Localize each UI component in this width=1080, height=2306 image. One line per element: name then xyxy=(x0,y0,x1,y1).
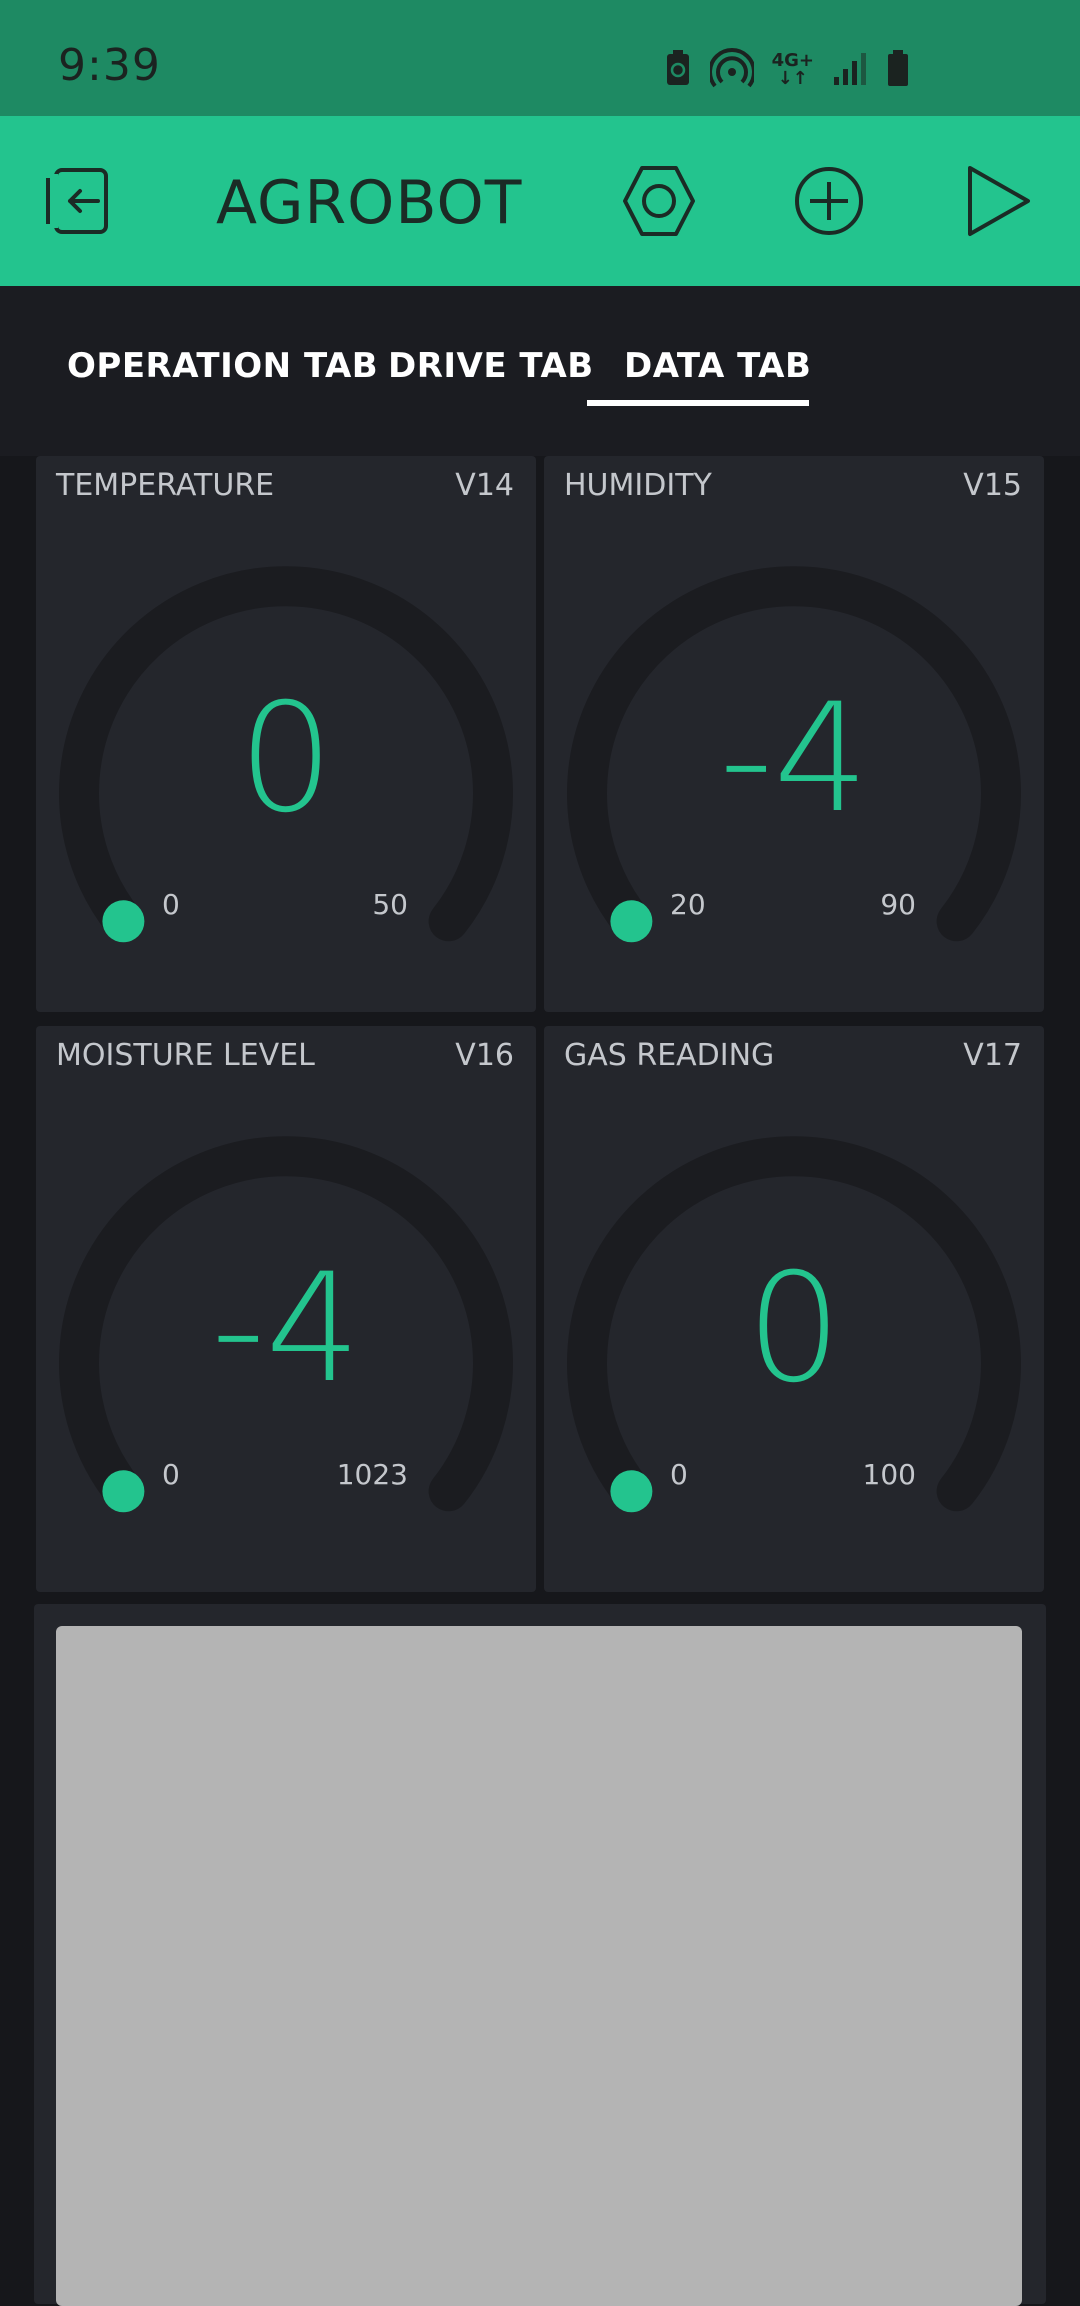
image-widget[interactable] xyxy=(34,1604,1046,2306)
gauge-max: 1023 xyxy=(336,1458,408,1491)
hotspot-icon xyxy=(707,48,756,92)
tab-bar: OPERATION TAB DRIVE TAB DATA TAB xyxy=(0,286,1080,456)
gauge-min: 0 xyxy=(162,888,180,921)
gauge-min: 0 xyxy=(162,1458,180,1491)
gauge-value: 0 xyxy=(238,672,334,846)
gauge-value: 0 xyxy=(746,1242,842,1416)
exit-icon[interactable] xyxy=(46,164,120,242)
gauge-label: GAS READING xyxy=(564,1038,775,1073)
gauge-max: 50 xyxy=(372,888,408,921)
gauge-card-moisture[interactable]: MOISTURE LEVEL V16 -4 0 1023 xyxy=(36,1026,536,1592)
gauge-pin: V17 xyxy=(963,1038,1022,1073)
status-icons: 4G+ ↓↑ xyxy=(664,48,910,92)
gauge-level-knob xyxy=(102,900,145,943)
gauge-min: 20 xyxy=(670,888,706,921)
gauge-pin: V16 xyxy=(455,1038,514,1073)
network-label: 4G+ xyxy=(771,50,814,71)
gauge-pin: V14 xyxy=(455,468,514,503)
tab-operation[interactable]: OPERATION TAB xyxy=(67,346,378,386)
status-time: 9:39 xyxy=(58,40,161,91)
battery-saver-icon xyxy=(664,49,692,91)
gauge-label: HUMIDITY xyxy=(564,468,712,503)
gauge-card-temperature[interactable]: TEMPERATURE V14 0 0 50 xyxy=(36,456,536,1012)
image-placeholder xyxy=(56,1626,1022,2306)
gauge-min: 0 xyxy=(670,1458,688,1491)
gauge-card-gas[interactable]: GAS READING V17 0 0 100 xyxy=(544,1026,1044,1592)
active-tab-indicator xyxy=(587,400,809,406)
dashboard-content: TEMPERATURE V14 0 0 50 HUMIDITY V15 -4 2… xyxy=(0,456,1080,2306)
signal-icon xyxy=(832,51,868,89)
battery-icon xyxy=(886,49,910,91)
settings-hexagon-icon[interactable] xyxy=(622,164,696,242)
gauge-card-humidity[interactable]: HUMIDITY V15 -4 20 90 xyxy=(544,456,1044,1012)
gauge-level-knob xyxy=(610,1470,653,1513)
gauge-value: -4 xyxy=(211,1242,361,1416)
gauge-pin: V15 xyxy=(963,468,1022,503)
add-icon[interactable] xyxy=(792,164,866,242)
gauge-max: 100 xyxy=(862,1458,916,1491)
tab-data[interactable]: DATA TAB xyxy=(624,346,811,386)
gauge-label: TEMPERATURE xyxy=(56,468,275,503)
gauge-level-knob xyxy=(610,900,653,943)
gauge-level-knob xyxy=(102,1470,145,1513)
app-bar: AGROBOT xyxy=(0,116,1080,286)
network-4g-icon: 4G+ ↓↑ xyxy=(771,50,814,89)
gauge-max: 90 xyxy=(880,888,916,921)
app-title: AGROBOT xyxy=(216,168,523,238)
play-icon[interactable] xyxy=(962,164,1036,242)
tab-drive[interactable]: DRIVE TAB xyxy=(388,346,594,386)
gauge-value: -4 xyxy=(719,672,869,846)
status-bar: 9:39 4G+ ↓↑ xyxy=(0,0,1080,116)
gauge-label: MOISTURE LEVEL xyxy=(56,1038,315,1073)
